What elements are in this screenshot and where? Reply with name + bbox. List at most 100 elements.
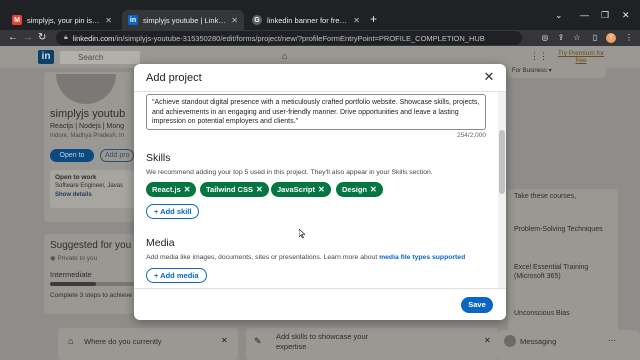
close-icon[interactable]: ✕ [482, 70, 496, 84]
progress-fill [50, 282, 97, 286]
search-placeholder: Search [78, 53, 104, 62]
close-tab-icon[interactable]: ✕ [105, 16, 112, 25]
tab-search-icon[interactable]: ⌄ [555, 10, 563, 21]
progress-track [50, 282, 134, 286]
remove-skill-icon[interactable]: ✕ [370, 185, 377, 194]
forward-icon[interactable]: → [23, 31, 33, 45]
browser-tab-google-search[interactable]: G linkedin banner for freshers - Go ✕ [246, 10, 366, 30]
scrollbar-thumb[interactable] [499, 130, 505, 194]
linkedin-search-input[interactable]: Search [60, 51, 140, 64]
share-icon[interactable]: ⇪ [556, 33, 566, 43]
project-description-textarea[interactable]: "Achieve standout digital presence with … [146, 94, 486, 130]
close-tab-icon[interactable]: ✕ [353, 16, 360, 25]
private-text: Private to you [57, 255, 98, 262]
messaging-avatar [504, 335, 516, 347]
profile-headline: Reactjs | Nodejs | Mong [50, 123, 125, 130]
profile-avatar-icon[interactable]: Y [606, 33, 616, 43]
remove-skill-icon[interactable]: ✕ [318, 185, 325, 194]
skill-label: JavaScript [277, 185, 315, 194]
dismiss-icon[interactable]: ✕ [484, 336, 491, 345]
profile-photo [56, 74, 116, 104]
add-skills-tile[interactable]: ✎ Add skills to showcase your expertise … [246, 328, 498, 360]
grid-icon[interactable]: ⋮⋮ [530, 51, 548, 62]
course-item[interactable]: Problem-Solving Techniques [514, 225, 604, 234]
skill-pill-javascript[interactable]: JavaScript ✕ [271, 182, 331, 197]
suggested-private-label: ◉ Private to you [50, 255, 98, 262]
add-skills-text: Add skills to showcase your [276, 332, 369, 341]
remove-skill-icon[interactable]: ✕ [256, 185, 263, 194]
browser-tab-linkedin-profile[interactable]: in simplyjs youtube | LinkedIn ✕ [122, 10, 244, 30]
side-panel-icon[interactable]: ▯ [590, 33, 600, 43]
skills-section-title: Skills [146, 152, 171, 164]
linkedin-icon: in [128, 15, 138, 25]
open-to-button[interactable]: Open to [50, 149, 94, 162]
media-file-types-link[interactable]: media file types supported [379, 254, 465, 261]
profile-location: Indore, Madhya Pradesh, In [50, 133, 125, 139]
open-to-work-roles: Software Engineer, Javas [55, 183, 124, 189]
mouse-cursor-icon [299, 229, 305, 238]
character-count: 254/2,000 [457, 132, 486, 139]
messaging-bar[interactable]: Messaging ⋯ [498, 330, 640, 360]
gmail-icon: M [12, 15, 22, 25]
skill-label: Design [342, 185, 368, 194]
try-premium-link[interactable]: Try Premium for free [556, 50, 606, 64]
media-section-title: Media [146, 237, 175, 249]
skill-label: Tailwind CSS [206, 185, 253, 194]
messaging-more-icon[interactable]: ⋯ [608, 336, 616, 345]
chrome-menu-icon[interactable]: ⋮ [624, 33, 634, 43]
window-close-icon[interactable]: ✕ [622, 10, 630, 21]
media-subtitle-text: Add media like images, documents, sites … [146, 254, 378, 261]
location-question-tile[interactable]: ⌂ Where do you currently ✕ [58, 328, 238, 360]
add-media-button[interactable]: + Add media [146, 268, 207, 283]
dismiss-icon[interactable]: ✕ [221, 336, 228, 345]
browser-toolbar: ← → ↻ 🔒︎ linkedin.com/in/simplyjs-youtub… [0, 30, 640, 46]
google-icon: G [252, 15, 262, 25]
skill-pill-tailwind[interactable]: Tailwind CSS ✕ [200, 182, 269, 197]
profile-name: simplyjs youtub [50, 108, 126, 120]
tab-title: simplyjs youtube | LinkedIn [143, 15, 228, 25]
tab-title: linkedin banner for freshers - Go [267, 15, 349, 25]
bookmark-star-icon[interactable]: ☆ [572, 33, 582, 43]
browser-tab-strip: M simplyjs, your pin is 443415. Plea ✕ i… [0, 0, 640, 30]
for-business-label: For Business ▾ [512, 68, 552, 74]
browser-tab-gmail[interactable]: M simplyjs, your pin is 443415. Plea ✕ [6, 10, 118, 30]
skill-label: React.js [152, 185, 181, 194]
restore-icon[interactable]: ❐ [601, 10, 609, 21]
add-profile-section-button[interactable]: Add pro [100, 149, 134, 162]
show-details-link[interactable]: Show details [55, 192, 92, 198]
address-bar[interactable]: 🔒︎ linkedin.com/in/simplyjs-youtube-3153… [56, 31, 522, 45]
progress-text: Complete 3 steps to achieve [50, 292, 133, 299]
dialog-scrollbar[interactable] [498, 92, 506, 288]
google-lens-icon[interactable]: ◎ [540, 33, 550, 43]
remove-skill-icon[interactable]: ✕ [184, 185, 191, 194]
home-icon[interactable]: ⌂ [282, 51, 287, 61]
reload-icon[interactable]: ↻ [38, 31, 46, 45]
location-question-text: Where do you currently [84, 337, 162, 346]
lock-icon[interactable]: 🔒︎ [64, 34, 68, 42]
linkedin-logo[interactable]: in [38, 50, 54, 64]
back-icon[interactable]: ← [8, 31, 18, 45]
dialog-header: Add project ✕ [134, 64, 506, 92]
skills-icon: ✎ [254, 336, 262, 346]
minimize-icon[interactable]: — [580, 10, 589, 20]
course-item[interactable]: Excel Essential Training (Microsoft 365) [514, 263, 614, 281]
url-path: /in/simplyjs-youtube-315350280/edit/form… [114, 33, 485, 43]
add-project-dialog: Add project ✕ "Achieve standout digital … [134, 64, 506, 320]
location-icon: ⌂ [68, 336, 74, 346]
open-to-work-title: Open to work [55, 174, 97, 181]
new-tab-button[interactable]: + [370, 12, 377, 26]
for-business-menu[interactable]: For Business ▾ [508, 64, 606, 78]
open-to-work-card[interactable]: Open to work Software Engineer, Javas Sh… [50, 170, 134, 208]
course-item[interactable]: Unconscious Bias [514, 309, 614, 318]
skill-pill-react[interactable]: React.js ✕ [146, 182, 197, 197]
courses-card: Take these courses, Problem-Solving Tech… [508, 189, 618, 337]
skill-pill-design[interactable]: Design ✕ [336, 182, 383, 197]
dialog-title: Add project [146, 72, 202, 84]
suggested-title: Suggested for you [50, 240, 132, 251]
add-skill-button[interactable]: + Add skill [146, 204, 200, 219]
url-host: linkedin.com [72, 33, 115, 43]
close-tab-icon[interactable]: ✕ [231, 16, 238, 25]
courses-intro: Take these courses, [514, 193, 577, 200]
save-button[interactable]: Save [461, 297, 493, 313]
dialog-footer: Save [134, 288, 506, 320]
